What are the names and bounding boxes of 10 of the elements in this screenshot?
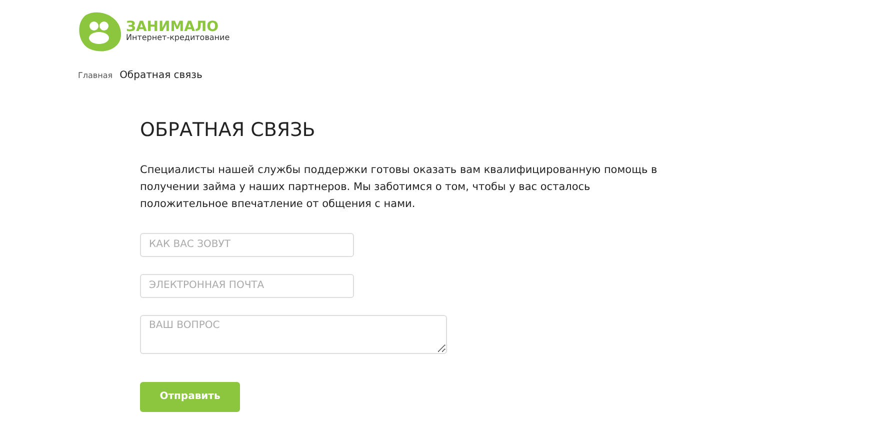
logo-name: ЗАНИМАЛО [126, 20, 219, 34]
logo-tagline: Интернет-кредитование [126, 34, 230, 43]
page-title: ОБРАТНАЯ СВЯЗЬ [140, 119, 316, 142]
breadcrumb-link[interactable]: Главная [78, 70, 113, 82]
question-field[interactable]: ВАШ ВОПРОС [140, 314, 447, 354]
logo-icon [78, 10, 122, 52]
input-field[interactable]: КАК ВАС ЗОВУТ [140, 232, 354, 257]
description-text: Специалисты нашей службы поддержки готовы оказать вам квалифицированную помощь в получении займа у наших партнеров. Мы заботимся о том, чтобы у вас осталось положительное впечатление от общения с нами. [140, 162, 658, 212]
breadcrumb-current: Обратная связь [120, 69, 202, 83]
input-field[interactable]: ЭЛЕКТРОННАЯ ПОЧТА [140, 274, 354, 298]
